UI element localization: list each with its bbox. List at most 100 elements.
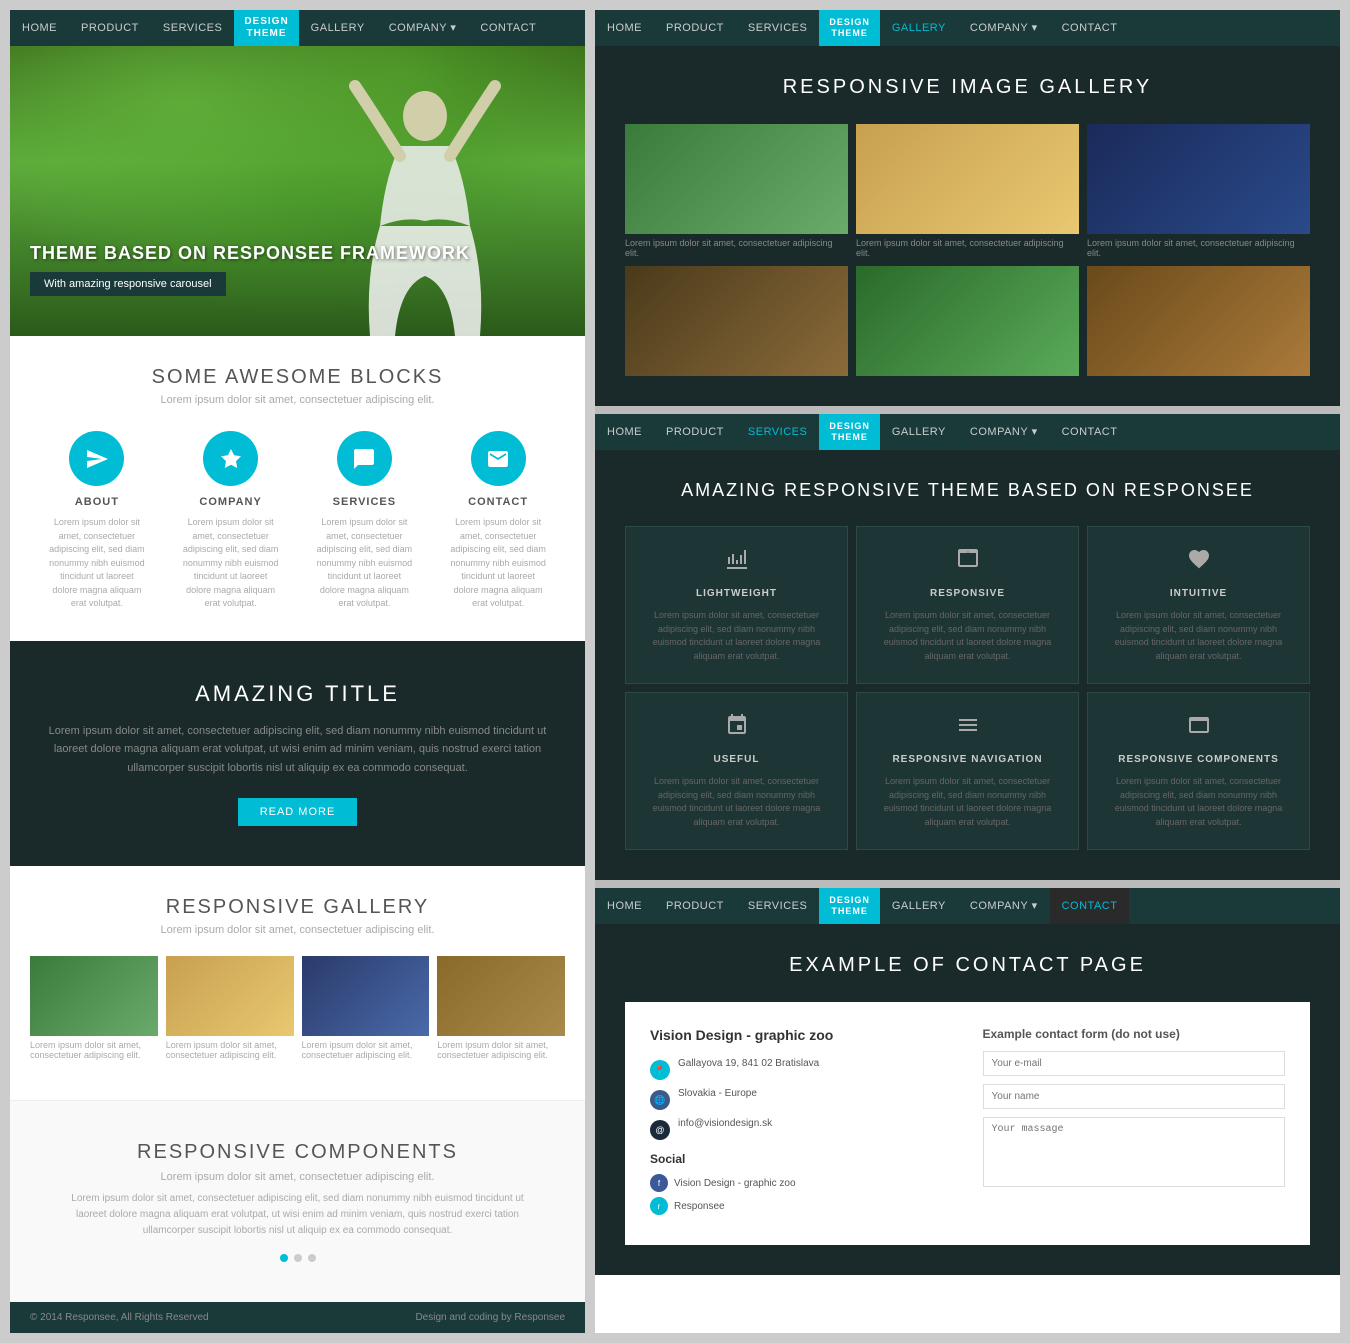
service-desc-0: Lorem ipsum dolor sit amet, consectetuer… xyxy=(641,609,832,663)
left-nav: HOME PRODUCT SERVICES DESIGNTHEME GALLER… xyxy=(10,10,585,46)
rs-nav-home[interactable]: HOME xyxy=(595,414,654,450)
globe-icon: 🌐 xyxy=(650,1090,670,1110)
dot-2[interactable] xyxy=(294,1254,302,1262)
service-label-4: RESPONSIVE NAVIGATION xyxy=(872,754,1063,765)
nav-gallery-left[interactable]: GALLERY xyxy=(299,10,377,46)
contact-email: info@visiondesign.sk xyxy=(678,1118,772,1129)
components-subtitle: Lorem ipsum dolor sit amet, consectetuer… xyxy=(48,1169,548,1187)
gallery-item-1[interactable]: Lorem ipsum dolor sit amet, consectetuer… xyxy=(30,956,158,1060)
gallery-item-3[interactable]: Lorem ipsum dolor sit amet, consectetuer… xyxy=(302,956,430,1060)
read-more-button[interactable]: READ MORE xyxy=(238,798,358,826)
service-desc-1: Lorem ipsum dolor sit amet, consectetuer… xyxy=(872,609,1063,663)
right-gallery-nav: HOME PRODUCT SERVICES DESIGNTHEME GALLER… xyxy=(595,10,1340,46)
dark-section: AMAZING TITLE Lorem ipsum dolor sit amet… xyxy=(10,641,585,866)
rg-nav-services[interactable]: SERVICES xyxy=(736,10,819,46)
about-icon-circle xyxy=(69,431,124,486)
social-name-1: Vision Design - graphic zoo xyxy=(674,1178,796,1189)
gallery-caption-3: Lorem ipsum dolor sit amet, consectetuer… xyxy=(302,1040,430,1060)
name-input[interactable] xyxy=(983,1084,1286,1109)
service-card-intuitive: INTUITIVE Lorem ipsum dolor sit amet, co… xyxy=(1087,526,1310,684)
nav-company-left[interactable]: COMPANY ▾ xyxy=(377,10,469,46)
rc-nav-design-theme[interactable]: DESIGNTHEME xyxy=(819,888,880,924)
rg-nav-contact[interactable]: CONTACT xyxy=(1050,10,1130,46)
services-page: HOME PRODUCT SERVICES DESIGNTHEME GALLER… xyxy=(595,414,1340,880)
grt-thumb-5 xyxy=(856,266,1079,376)
nav-home-left[interactable]: HOME xyxy=(10,10,69,46)
services-page-title: AMAZING RESPONSIVE THEME BASED ON RESPON… xyxy=(625,480,1310,501)
block-about-desc: Lorem ipsum dolor sit amet, consectetuer… xyxy=(47,516,147,611)
hero-title: THEME BASED ON RESPONSEE FRAMEWORK xyxy=(30,243,470,264)
gallery-page-content: RESPONSIVE IMAGE GALLERY Lorem ipsum dol… xyxy=(595,46,1340,406)
gallery-section-left: RESPONSIVE GALLERY Lorem ipsum dolor sit… xyxy=(10,866,585,1100)
rg-nav-home[interactable]: HOME xyxy=(595,10,654,46)
block-about: ABOUT Lorem ipsum dolor sit amet, consec… xyxy=(47,431,147,611)
grt-thumb-2 xyxy=(856,124,1079,234)
grt-item-5[interactable] xyxy=(856,266,1079,376)
grt-item-6[interactable] xyxy=(1087,266,1310,376)
rc-nav-gallery[interactable]: GALLERY xyxy=(880,888,958,924)
footer-credit: Design and coding by Responsee xyxy=(415,1312,565,1323)
dark-body: Lorem ipsum dolor sit amet, consectetuer… xyxy=(48,722,548,778)
service-label-5: RESPONSIVE COMPONENTS xyxy=(1103,754,1294,765)
social-label: Social xyxy=(650,1152,953,1166)
rc-nav-company[interactable]: COMPANY ▾ xyxy=(958,888,1050,924)
rc-nav-services[interactable]: SERVICES xyxy=(736,888,819,924)
right-services-nav: HOME PRODUCT SERVICES DESIGNTHEME GALLER… xyxy=(595,414,1340,450)
message-textarea[interactable] xyxy=(983,1117,1286,1187)
gallery-page: HOME PRODUCT SERVICES DESIGNTHEME GALLER… xyxy=(595,10,1340,406)
email-icon: @ xyxy=(650,1120,670,1140)
service-card-responsive: RESPONSIVE Lorem ipsum dolor sit amet, c… xyxy=(856,526,1079,684)
gallery-item-4[interactable]: Lorem ipsum dolor sit amet, consectetuer… xyxy=(437,956,565,1060)
rs-nav-contact[interactable]: CONTACT xyxy=(1050,414,1130,450)
contact-left: Vision Design - graphic zoo 📍 Gallayova … xyxy=(650,1027,953,1220)
grt-item-3[interactable]: Lorem ipsum dolor sit amet, consectetuer… xyxy=(1087,124,1310,258)
rc-nav-contact[interactable]: CONTACT xyxy=(1050,888,1130,924)
dark-title: AMAZING TITLE xyxy=(40,681,555,707)
contact-page-title: EXAMPLE OF CONTACT PAGE xyxy=(625,954,1310,977)
grt-item-1[interactable]: Lorem ipsum dolor sit amet, consectetuer… xyxy=(625,124,848,258)
dot-3[interactable] xyxy=(308,1254,316,1262)
useful-icon xyxy=(641,713,832,744)
gallery-right-grid: Lorem ipsum dolor sit amet, consectetuer… xyxy=(625,124,1310,376)
block-contact: CONTACT Lorem ipsum dolor sit amet, cons… xyxy=(448,431,548,611)
grt-item-4[interactable] xyxy=(625,266,848,376)
contact-grid: Vision Design - graphic zoo 📍 Gallayova … xyxy=(625,1002,1310,1245)
rg-nav-product[interactable]: PRODUCT xyxy=(654,10,736,46)
nav-product-left[interactable]: PRODUCT xyxy=(69,10,151,46)
components-body: Lorem ipsum dolor sit amet, consectetuer… xyxy=(68,1191,528,1239)
rs-nav-services[interactable]: SERVICES xyxy=(736,414,819,450)
email-input[interactable] xyxy=(983,1051,1286,1076)
hero-button[interactable]: With amazing responsive carousel xyxy=(30,272,226,296)
divider-2 xyxy=(595,880,1340,888)
contact-icon-circle xyxy=(471,431,526,486)
grt-caption-1: Lorem ipsum dolor sit amet, consectetuer… xyxy=(625,238,848,258)
gallery-thumb-4 xyxy=(437,956,565,1036)
dot-1[interactable] xyxy=(280,1254,288,1262)
nav-services-left[interactable]: SERVICES xyxy=(151,10,234,46)
rg-nav-company[interactable]: COMPANY ▾ xyxy=(958,10,1050,46)
services-grid: LIGHTWEIGHT Lorem ipsum dolor sit amet, … xyxy=(625,526,1310,850)
gallery-item-2[interactable]: Lorem ipsum dolor sit amet, consectetuer… xyxy=(166,956,294,1060)
rc-nav-product[interactable]: PRODUCT xyxy=(654,888,736,924)
gallery-thumb-1 xyxy=(30,956,158,1036)
nav-design-theme-left[interactable]: DESIGNTHEME xyxy=(234,10,298,46)
rc-nav-home[interactable]: HOME xyxy=(595,888,654,924)
gallery-caption-2: Lorem ipsum dolor sit amet, consectetuer… xyxy=(166,1040,294,1060)
rg-nav-design-theme[interactable]: DESIGNTHEME xyxy=(819,10,880,46)
company-icon-circle xyxy=(203,431,258,486)
rs-nav-product[interactable]: PRODUCT xyxy=(654,414,736,450)
rs-nav-company[interactable]: COMPANY ▾ xyxy=(958,414,1050,450)
grt-thumb-4 xyxy=(625,266,848,376)
nav-contact-left[interactable]: CONTACT xyxy=(468,10,548,46)
gallery-thumb-3 xyxy=(302,956,430,1036)
rg-nav-gallery[interactable]: GALLERY xyxy=(880,10,958,46)
block-services-desc: Lorem ipsum dolor sit amet, consectetuer… xyxy=(314,516,414,611)
service-desc-2: Lorem ipsum dolor sit amet, consectetuer… xyxy=(1103,609,1294,663)
left-footer: © 2014 Responsee, All Rights Reserved De… xyxy=(10,1302,585,1333)
social-item-1: f Vision Design - graphic zoo xyxy=(650,1174,953,1192)
grt-item-2[interactable]: Lorem ipsum dolor sit amet, consectetuer… xyxy=(856,124,1079,258)
rs-nav-design-theme[interactable]: DESIGNTHEME xyxy=(819,414,880,450)
nav-icon xyxy=(872,713,1063,744)
service-label-3: USEFUL xyxy=(641,754,832,765)
rs-nav-gallery[interactable]: GALLERY xyxy=(880,414,958,450)
